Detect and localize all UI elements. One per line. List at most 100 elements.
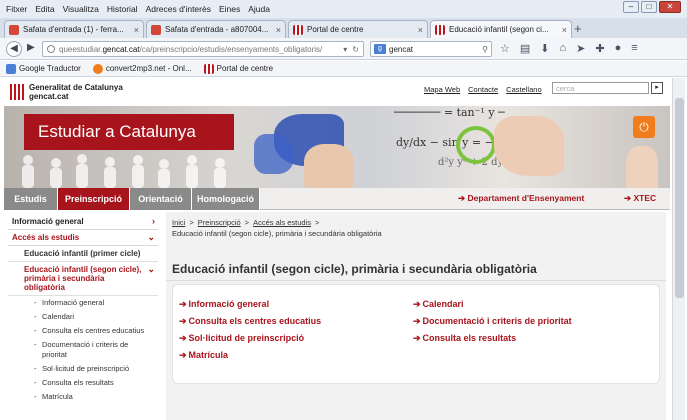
home-icon[interactable]: ⌂ — [560, 42, 567, 55]
nav-homologacio[interactable]: Homologació — [192, 188, 260, 210]
link-consulta-resultats[interactable]: ➔ Consulta els resultats — [413, 333, 516, 344]
nav-estudis[interactable]: Estudis — [4, 188, 58, 210]
sidebar-leaf-documentacio[interactable]: Documentació i criteris de prioritat — [8, 338, 158, 362]
breadcrumb-acces-estudis[interactable]: Accés als estudis — [253, 218, 311, 227]
sidebar-leaf-calendari[interactable]: Calendari — [8, 310, 158, 324]
menu-bar: Fitxer Edita Visualitza Historial Adrece… — [0, 0, 687, 18]
sidebar-item-label: Educació infantil (segon cicle), primàri… — [24, 265, 142, 292]
brand-name: Generalitat de Catalunya — [29, 83, 123, 92]
reload-icon[interactable]: ↻ — [352, 45, 359, 54]
site-search-button[interactable]: ▸ — [651, 82, 663, 94]
menu-tools[interactable]: Eines — [219, 4, 240, 14]
search-icon[interactable]: ⚲ — [482, 45, 488, 54]
star-icon[interactable]: ☆ — [500, 42, 510, 55]
link-informacio-general[interactable]: ➔ Informació general — [179, 299, 269, 310]
main-navigation: Estudis Preinscripció Orientació Homolog… — [4, 188, 670, 210]
people-silhouettes-image — [22, 154, 226, 188]
breadcrumb-preinscripcio[interactable]: Preinscripció — [198, 218, 241, 227]
dropdown-arrow-icon[interactable]: ▾ — [343, 45, 347, 54]
close-window-button[interactable]: ✕ — [659, 1, 681, 13]
extension-icon[interactable]: ✚ — [595, 42, 604, 55]
back-button[interactable]: ◀ — [6, 41, 22, 57]
search-input[interactable]: gencat — [389, 45, 413, 54]
bookmark-google-translate[interactable]: Google Traductor — [6, 63, 81, 74]
menu-view[interactable]: Visualitza — [63, 4, 99, 14]
breadcrumb-inici[interactable]: Inici — [172, 218, 185, 227]
close-tab-icon[interactable]: × — [272, 25, 281, 35]
close-tab-icon[interactable]: × — [130, 25, 139, 35]
page-scrollbar[interactable] — [672, 78, 685, 420]
menu-edit[interactable]: Edita — [35, 4, 54, 14]
menu-file[interactable]: Fitxer — [6, 4, 27, 14]
sidebar-leaf-consulta-centres[interactable]: Consulta els centres educatius — [8, 324, 158, 338]
link-departament-ensenyament[interactable]: ➔ Departament d'Ensenyament — [458, 193, 584, 204]
sidebar-item-acces-estudis[interactable]: Accés als estudis ⌄ — [8, 230, 158, 246]
formula-line: ─────── = tan⁻¹ y ─ — [394, 106, 505, 119]
maximize-button[interactable]: □ — [641, 1, 657, 13]
sidebar-leaf-consulta-resultats[interactable]: Consulta els resultats — [8, 376, 158, 390]
nav-orientacio[interactable]: Orientació — [130, 188, 192, 210]
link-xtec[interactable]: ➔ XTEC — [624, 193, 656, 204]
bookmarks-bar: Google Traductor convert2mp3.net - Onl..… — [0, 61, 687, 77]
link-label: Matrícula — [188, 350, 229, 360]
download-icon[interactable]: ⬇ — [540, 42, 549, 55]
close-tab-icon[interactable]: × — [414, 25, 423, 35]
link-sollicitud-preinscripcio[interactable]: ➔ Sol·licitud de preinscripció — [179, 333, 304, 344]
link-documentacio-criteris[interactable]: ➔ Documentació i criteris de prioritat — [413, 316, 572, 327]
clipboard-icon[interactable]: ▤ — [520, 42, 530, 55]
generalitat-logo[interactable]: Generalitat de Catalunya gencat.cat — [10, 83, 123, 101]
sidebar-subitem-primer-cicle[interactable]: Educació infantil (primer cicle) — [8, 246, 158, 262]
main-content: Inici > Preinscripció > Accés als estudi… — [166, 212, 666, 420]
menu-history[interactable]: Historial — [107, 4, 138, 14]
sidebar-item-informacio-general[interactable]: Informació general › — [8, 214, 158, 230]
pointing-hand-image — [626, 146, 658, 188]
bookmark-portal-centre[interactable]: Portal de centre — [203, 63, 274, 74]
send-icon[interactable]: ➤ — [576, 42, 585, 55]
tab-label: Safata d'entrada - a807004... — [165, 25, 269, 34]
link-label: Informació general — [188, 299, 270, 309]
minimize-button[interactable]: – — [623, 1, 639, 13]
tab-portal-centre[interactable]: Portal de centre × — [288, 20, 428, 38]
power-icon[interactable]: ⏻ — [633, 116, 655, 138]
chat-icon[interactable]: ● — [615, 42, 622, 55]
url-bar[interactable]: queestudiar. gencat.cat /ca/preinscripci… — [42, 41, 364, 57]
menu-help[interactable]: Ajuda — [248, 4, 270, 14]
google-icon[interactable]: g — [374, 44, 386, 54]
bookmark-convert2mp3[interactable]: convert2mp3.net - Onl... — [92, 63, 192, 74]
close-tab-icon[interactable]: × — [558, 25, 567, 35]
translate-icon — [6, 63, 16, 74]
link-consulta-centres[interactable]: ➔ Consulta els centres educatius — [179, 316, 321, 327]
tab-label: Safata d'entrada (1) - ferra... — [23, 25, 124, 34]
tab-gmail-2[interactable]: Safata d'entrada - a807004... × — [146, 20, 286, 38]
generalitat-icon — [203, 63, 214, 74]
tab-label: Educació infantil (segon ci... — [449, 25, 549, 34]
nav-preinscripcio[interactable]: Preinscripció — [58, 188, 130, 210]
link-label: Consulta els centres educatius — [188, 316, 322, 326]
link-matricula[interactable]: ➔ Matrícula — [179, 350, 228, 361]
top-links: Mapa Web Contacte Castellano — [424, 85, 542, 94]
bookmark-label: Portal de centre — [216, 64, 274, 73]
site-search-input[interactable]: cerca — [552, 82, 649, 94]
toolbar-icons: ☆ ▤ ⬇ ⌂ ➤ ✚ ● ≡ — [500, 42, 638, 55]
forward-button[interactable]: ▶ — [27, 42, 35, 53]
web-page: Generalitat de Catalunya gencat.cat Mapa… — [4, 78, 670, 420]
link-contact[interactable]: Contacte — [468, 85, 498, 94]
sidebar-subitem-segon-cicle[interactable]: Educació infantil (segon cicle), primàri… — [8, 262, 158, 296]
menu-icon[interactable]: ≡ — [631, 42, 637, 55]
menu-bookmarks[interactable]: Adreces d'interès — [146, 4, 211, 14]
green-circle-image — [456, 126, 496, 164]
sidebar-leaf-matricula[interactable]: Matrícula — [8, 390, 158, 404]
new-tab-button[interactable]: + — [574, 21, 582, 36]
breadcrumb: Inici > Preinscripció > Accés als estudi… — [172, 218, 319, 227]
chevron-down-icon: ⌄ — [147, 264, 155, 274]
tab-educacio-infantil[interactable]: Educació infantil (segon ci... × — [430, 20, 572, 38]
banner-title: Estudiar a Catalunya — [24, 114, 234, 150]
link-castellano[interactable]: Castellano — [506, 85, 541, 94]
search-bar[interactable]: g gencat ⚲ — [370, 41, 492, 57]
link-sitemap[interactable]: Mapa Web — [424, 85, 460, 94]
tab-gmail-1[interactable]: Safata d'entrada (1) - ferra... × — [4, 20, 144, 38]
sidebar-leaf-informacio-general[interactable]: Informació general — [8, 296, 158, 310]
scrollbar-thumb[interactable] — [675, 98, 684, 298]
sidebar-leaf-sollicitud[interactable]: Sol·licitud de preinscripció — [8, 362, 158, 376]
link-calendari[interactable]: ➔ Calendari — [413, 299, 464, 310]
